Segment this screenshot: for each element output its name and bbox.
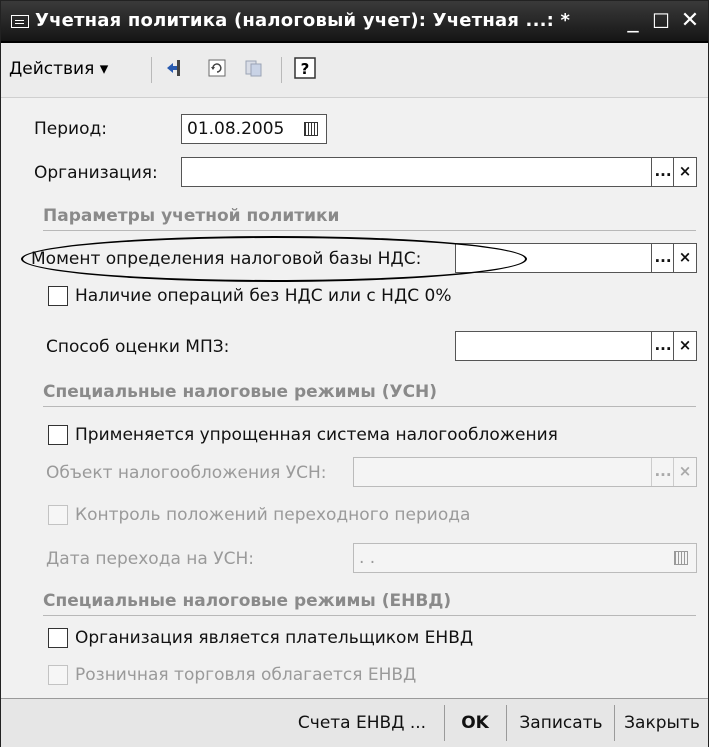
envd-accounts-button[interactable]: Счета ЕНВД ... <box>284 699 440 747</box>
button-separator <box>614 705 615 741</box>
period-value: 01.08.2005 <box>187 119 285 139</box>
organization-label: Организация: <box>34 163 158 183</box>
usn-transition-date-field[interactable]: . . <box>353 543 697 573</box>
button-separator <box>506 705 507 741</box>
section-divider <box>43 406 696 407</box>
clear-button[interactable]: × <box>673 458 696 486</box>
mpz-valuation-label: Способ оценки МПЗ: <box>46 337 230 357</box>
clear-button[interactable]: × <box>673 158 696 186</box>
toolbar-separator <box>281 57 282 83</box>
highlight-ellipse <box>21 236 527 282</box>
usn-object-label: Объект налогообложения УСН: <box>46 463 327 483</box>
usn-transition-date-label: Дата перехода на УСН: <box>46 549 254 569</box>
window-icon <box>11 15 29 28</box>
title-bar: Учетная политика (налоговый учет): Учетн… <box>1 1 708 43</box>
clear-button[interactable]: × <box>673 244 696 272</box>
period-field[interactable]: 01.08.2005 <box>181 114 327 144</box>
usn-transition-date-value: . . <box>359 548 376 568</box>
toolbar-separator <box>151 57 152 83</box>
transition-control-label: Контроль положений переходного периода <box>75 505 471 525</box>
ok-button[interactable]: OK <box>447 699 503 747</box>
usn-object-field[interactable]: ... × <box>353 457 697 487</box>
window-title: Учетная политика (налоговый учет): Учетн… <box>35 10 571 31</box>
select-button[interactable]: ... <box>651 332 674 360</box>
bottom-button-bar: Счета ЕНВД ... OK Записать Закрыть <box>1 698 708 747</box>
select-button[interactable]: ... <box>651 458 674 486</box>
close-window-button[interactable]: ✕ <box>678 7 702 35</box>
transition-control-checkbox[interactable] <box>48 505 68 525</box>
maximize-button[interactable]: ☐ <box>649 7 673 35</box>
refresh-icon[interactable] <box>205 57 229 81</box>
calendar-icon[interactable] <box>674 551 688 565</box>
retail-envd-checkbox[interactable] <box>48 665 68 685</box>
envd-payer-checkbox[interactable] <box>48 628 68 648</box>
section-envd: Специальные налоговые режимы (ЕНВД) <box>43 591 452 611</box>
clear-button[interactable]: × <box>673 332 696 360</box>
go-to-icon[interactable] <box>163 57 187 81</box>
section-usn: Специальные налоговые режимы (УСН) <box>43 382 438 402</box>
usn-applied-label: Применяется упрощенная система налогообл… <box>75 425 558 445</box>
select-button[interactable]: ... <box>651 244 674 272</box>
document-icon <box>241 57 265 81</box>
no-vat-operations-checkbox[interactable] <box>48 286 68 306</box>
mpz-valuation-field[interactable]: ... × <box>455 331 697 361</box>
usn-applied-checkbox[interactable] <box>48 425 68 445</box>
no-vat-operations-label: Наличие операций без НДС или с НДС 0% <box>75 286 452 306</box>
button-separator <box>444 705 445 741</box>
tax-accounting-policy-window: Учетная политика (налоговый учет): Учетн… <box>0 0 709 747</box>
section-divider <box>43 615 696 616</box>
select-button[interactable]: ... <box>651 158 674 186</box>
organization-field[interactable]: ... × <box>181 157 697 187</box>
close-button[interactable]: Закрыть <box>616 699 708 747</box>
help-glyph: ? <box>300 60 310 78</box>
save-button[interactable]: Записать <box>509 699 613 747</box>
period-label: Период: <box>34 119 107 139</box>
minimize-button[interactable]: _ <box>621 7 645 35</box>
toolbar: Действия ▾ ? <box>1 43 708 98</box>
section-divider <box>43 230 696 231</box>
envd-payer-label: Организация является плательщиком ЕНВД <box>75 628 474 648</box>
calendar-icon[interactable] <box>304 122 318 136</box>
actions-menu[interactable]: Действия ▾ <box>9 56 108 82</box>
retail-envd-label: Розничная торговля облагается ЕНВД <box>75 665 417 685</box>
section-policy-params: Параметры учетной политики <box>43 206 340 226</box>
help-icon[interactable]: ? <box>293 57 317 81</box>
